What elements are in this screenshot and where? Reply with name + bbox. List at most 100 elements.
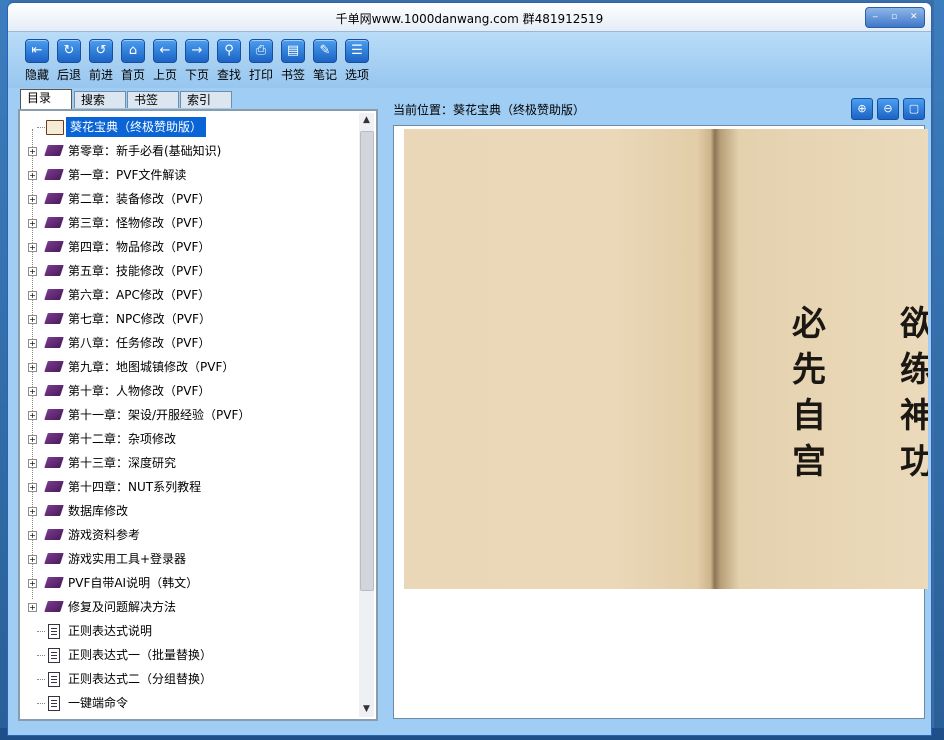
tree-item[interactable]: + 第一章：PVF文件解读 (24, 163, 354, 187)
expand-icon[interactable]: + (28, 459, 37, 468)
expand-icon[interactable]: + (28, 579, 37, 588)
tree-item-label: 第九章：地图城镇修改（PVF） (68, 360, 235, 374)
maximize-button[interactable]: ▫ (891, 13, 897, 22)
tree-root[interactable]: 葵花宝典（终极赞助版） (24, 115, 354, 139)
tree-item[interactable]: + 第十二章：杂项修改 (24, 427, 354, 451)
book-page-image: 必 先 自 宫 欲 练 神 功 (404, 129, 928, 589)
tree-item[interactable]: + 第七章：NPC修改（PVF） (24, 307, 354, 331)
document-icon (48, 696, 60, 711)
expand-icon[interactable]: + (28, 219, 37, 228)
window-title: 千单网www.1000danwang.com 群481912519 (335, 12, 604, 26)
expand-icon[interactable]: + (28, 555, 37, 564)
location-prefix: 当前位置： (393, 103, 454, 117)
tree-doc-item[interactable]: 正则表达式二（分组替换） (24, 667, 354, 691)
tree-item-label: 第五章：技能修改（PVF） (68, 264, 211, 278)
expand-icon[interactable]: + (28, 195, 37, 204)
book-icon (44, 385, 64, 396)
close-button[interactable]: ✕ (910, 13, 918, 22)
calligraphy-char: 必 (792, 304, 826, 344)
toolbar: ⇤ 隐藏 ↻ 后退 ↺ 前进 ⌂ 首页 ← 上页 → 下页 ⚲ 查找 ⎙ 打印 (8, 32, 931, 88)
tree-item-label: 正则表达式一（批量替换） (68, 648, 213, 662)
tree-doc-item[interactable]: 正则表达式一（批量替换） (24, 643, 354, 667)
zoom-controls: ⊕ ⊖ ▢ (851, 98, 925, 120)
tree-item-label: PVF自带AI说明（韩文） (68, 576, 199, 590)
page-viewer[interactable]: 必 先 自 宫 欲 练 神 功 (393, 125, 928, 719)
tree-item-label: 第零章：新手必看(基础知识) (68, 144, 222, 158)
book-icon (44, 601, 64, 612)
expand-icon[interactable]: + (28, 387, 37, 396)
content-pane: 当前位置：葵花宝典（终极赞助版） ⊕ ⊖ ▢ 必 先 自 宫 欲 练 神 功 (385, 89, 929, 723)
tree-item[interactable]: + 第四章：物品修改（PVF） (24, 235, 354, 259)
expand-icon[interactable]: + (28, 171, 37, 180)
tree-item[interactable]: + 修复及问题解决方法 (24, 595, 354, 619)
calligraphy-char: 神 (900, 396, 928, 436)
tree-item[interactable]: + 第五章：技能修改（PVF） (24, 259, 354, 283)
tree-item-label: 第六章：APC修改（PVF） (68, 288, 211, 302)
tree-item-label: 第八章：任务修改（PVF） (68, 336, 211, 350)
minimize-button[interactable]: ‒ (872, 13, 878, 22)
book-icon (44, 241, 64, 252)
tree-root-label: 葵花宝典（终极赞助版） (66, 117, 207, 137)
tree-item[interactable]: + 第九章：地图城镇修改（PVF） (24, 355, 354, 379)
expand-icon[interactable]: + (28, 147, 37, 156)
tab-search[interactable]: 搜索 (74, 91, 126, 108)
book-icon (44, 577, 64, 588)
zoom-in-icon[interactable]: ⊕ (851, 98, 873, 120)
tree-item-label: 正则表达式说明 (68, 624, 153, 638)
tree-item[interactable]: + 第三章：怪物修改（PVF） (24, 211, 354, 235)
tree-connector (37, 127, 45, 128)
expand-icon[interactable]: + (28, 531, 37, 540)
expand-icon[interactable]: + (28, 603, 37, 612)
tree-doc-item[interactable]: 正则表达式说明 (24, 619, 354, 643)
tree-item[interactable]: + 第八章：任务修改（PVF） (24, 331, 354, 355)
tree-item-label: 第十四章：NUT系列教程 (68, 480, 202, 494)
book-icon (44, 217, 64, 228)
tree-item[interactable]: + 第十章：人物修改（PVF） (24, 379, 354, 403)
tree-item-label: 第三章：怪物修改（PVF） (68, 216, 211, 230)
tree-item[interactable]: + 第十四章：NUT系列教程 (24, 475, 354, 499)
contents-tree[interactable]: 葵花宝典（终极赞助版） + 第零章：新手必看(基础知识) + 第一章：PVF文件解读… (18, 109, 378, 721)
tree-item[interactable]: + 第十一章：架设/开服经验（PVF） (24, 403, 354, 427)
book-icon (44, 409, 64, 420)
tab-index[interactable]: 索引 (180, 91, 232, 108)
fullscreen-icon[interactable]: ▢ (903, 98, 925, 120)
tree-doc-item[interactable]: 一键端命令 (24, 691, 354, 715)
tree-item[interactable]: + 游戏实用工具+登录器 (24, 547, 354, 571)
tree-connector (37, 679, 45, 680)
tree-scrollbar[interactable]: ▲ ▼ (359, 113, 374, 717)
scroll-up-icon[interactable]: ▲ (359, 113, 374, 128)
tab-bookmarks[interactable]: 书签 (127, 91, 179, 108)
expand-icon[interactable]: + (28, 243, 37, 252)
tree-item[interactable]: + 第十三章：深度研究 (24, 451, 354, 475)
back-circle-icon: ↻ (57, 39, 81, 63)
tree-item[interactable]: + PVF自带AI说明（韩文） (24, 571, 354, 595)
book-icon (44, 289, 64, 300)
calligraphy-column-left: 必 先 自 宫 (792, 301, 832, 485)
tree-item[interactable]: + 游戏资料参考 (24, 523, 354, 547)
tree-item-label: 第四章：物品修改（PVF） (68, 240, 211, 254)
expand-icon[interactable]: + (28, 339, 37, 348)
expand-icon[interactable]: + (28, 507, 37, 516)
scroll-down-icon[interactable]: ▼ (359, 702, 374, 717)
tree-item[interactable]: + 数据库修改 (24, 499, 354, 523)
expand-icon[interactable]: + (28, 267, 37, 276)
tree-item[interactable]: + 第零章：新手必看(基础知识) (24, 139, 354, 163)
expand-icon[interactable]: + (28, 315, 37, 324)
title-bar[interactable]: 千单网www.1000danwang.com 群481912519 ‒ ▫ ✕ (8, 3, 931, 32)
zoom-out-icon[interactable]: ⊖ (877, 98, 899, 120)
scroll-thumb[interactable] (360, 131, 374, 591)
tree-connector (37, 655, 45, 656)
nav-tabs: 目录 搜索 书签 索引 (18, 89, 378, 109)
expand-icon[interactable]: + (28, 435, 37, 444)
tree-item[interactable]: + 第二章：装备修改（PVF） (24, 187, 354, 211)
expand-icon[interactable]: + (28, 291, 37, 300)
expand-icon[interactable]: + (28, 483, 37, 492)
calligraphy-char: 宫 (792, 442, 826, 482)
options-button[interactable]: ☰ 选项 (342, 39, 372, 83)
expand-icon[interactable]: + (28, 363, 37, 372)
tree-item[interactable]: + 第六章：APC修改（PVF） (24, 283, 354, 307)
book-icon (44, 529, 64, 540)
search-icon: ⚲ (217, 39, 241, 63)
expand-icon[interactable]: + (28, 411, 37, 420)
tab-contents[interactable]: 目录 (20, 89, 72, 109)
